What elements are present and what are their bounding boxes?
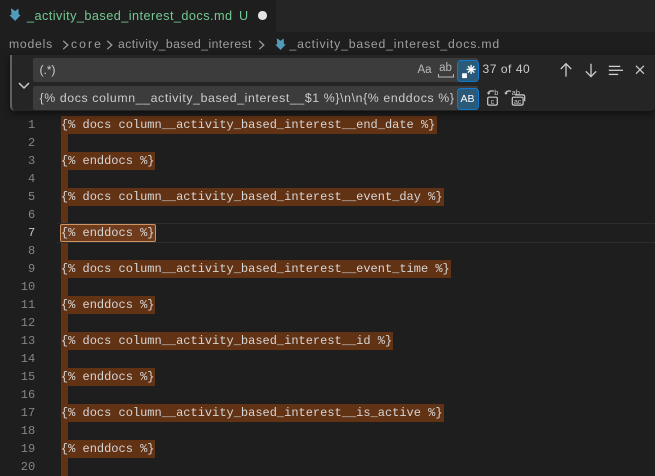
svg-text:c: c	[491, 99, 495, 106]
svg-text:b: b	[494, 88, 498, 97]
svg-text:ac: ac	[514, 99, 522, 106]
svg-text:ab: ab	[512, 88, 520, 97]
